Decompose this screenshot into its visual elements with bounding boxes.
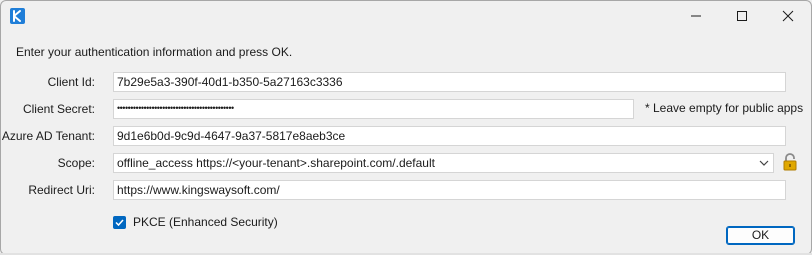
minimize-icon — [691, 15, 701, 17]
kingswaysoft-logo-icon — [10, 8, 25, 24]
instruction-text: Enter your authentication information an… — [16, 45, 293, 59]
client-id-input[interactable]: 7b29e5a3-390f-40d1-b350-5a27163c3336 — [113, 72, 786, 92]
client-secret-input[interactable]: ••••••••••••••••••••••••••••••••••••••••… — [113, 99, 634, 119]
maximize-button[interactable] — [719, 1, 765, 31]
scope-combobox[interactable]: offline_access https://<your-tenant>.sha… — [113, 153, 774, 173]
close-icon — [782, 10, 794, 22]
redirect-uri-label: Redirect Uri: — [28, 183, 95, 197]
scope-value: offline_access https://<your-tenant>.sha… — [117, 156, 435, 170]
lock-icon[interactable] — [782, 153, 798, 171]
tenant-label: Azure AD Tenant: — [1, 129, 95, 143]
client-id-label: Client Id: — [47, 75, 95, 89]
scope-label: Scope: — [57, 156, 95, 170]
minimize-button[interactable] — [673, 1, 719, 31]
checkmark-icon — [115, 219, 124, 227]
auth-dialog: Enter your authentication information an… — [0, 0, 812, 255]
public-apps-note: * Leave empty for public apps — [645, 101, 804, 115]
tenant-input[interactable]: 9d1e6b0d-9c9d-4647-9a37-5817e8aeb3ce — [113, 126, 786, 146]
ok-button[interactable]: OK — [726, 226, 795, 245]
title-bar — [1, 1, 811, 31]
client-secret-label: Client Secret: — [22, 102, 95, 116]
close-button[interactable] — [765, 1, 811, 31]
maximize-icon — [737, 11, 747, 21]
redirect-uri-input[interactable]: https://www.kingswaysoft.com/ — [113, 180, 786, 200]
pkce-checkbox[interactable] — [113, 216, 126, 229]
pkce-label: PKCE (Enhanced Security) — [133, 215, 278, 229]
chevron-down-icon[interactable] — [759, 159, 769, 167]
